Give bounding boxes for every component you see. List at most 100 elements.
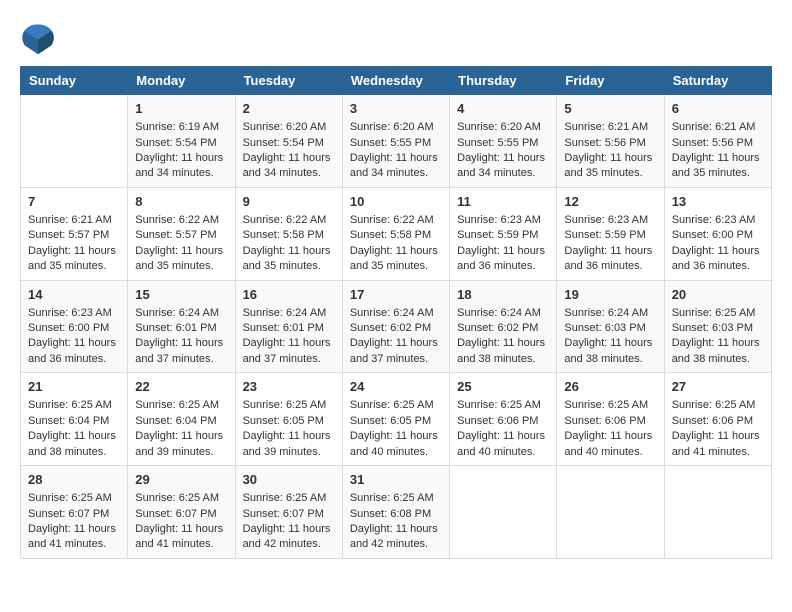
day-info: Sunset: 6:06 PM [564, 414, 656, 429]
day-info: Sunrise: 6:23 AM [564, 213, 656, 228]
calendar-cell: 29Sunrise: 6:25 AMSunset: 6:07 PMDayligh… [128, 466, 235, 559]
column-header-thursday: Thursday [450, 67, 557, 95]
column-header-friday: Friday [557, 67, 664, 95]
calendar-week-3: 14Sunrise: 6:23 AMSunset: 6:00 PMDayligh… [21, 280, 772, 373]
day-number: 27 [672, 378, 764, 396]
day-info: Sunrise: 6:25 AM [135, 398, 227, 413]
day-info: Daylight: 11 hours and 40 minutes. [350, 429, 442, 460]
calendar-week-2: 7Sunrise: 6:21 AMSunset: 5:57 PMDaylight… [21, 187, 772, 280]
logo [20, 20, 60, 56]
day-info: Sunrise: 6:25 AM [564, 398, 656, 413]
column-header-saturday: Saturday [664, 67, 771, 95]
day-info: Daylight: 11 hours and 42 minutes. [243, 522, 335, 553]
day-number: 23 [243, 378, 335, 396]
calendar-cell: 5Sunrise: 6:21 AMSunset: 5:56 PMDaylight… [557, 95, 664, 188]
day-info: Sunrise: 6:20 AM [243, 120, 335, 135]
day-number: 1 [135, 100, 227, 118]
day-info: Sunset: 5:55 PM [350, 136, 442, 151]
calendar-cell: 12Sunrise: 6:23 AMSunset: 5:59 PMDayligh… [557, 187, 664, 280]
calendar-cell: 21Sunrise: 6:25 AMSunset: 6:04 PMDayligh… [21, 373, 128, 466]
day-info: Sunset: 6:04 PM [135, 414, 227, 429]
day-info: Sunset: 6:02 PM [350, 321, 442, 336]
day-number: 28 [28, 471, 120, 489]
calendar-cell [21, 95, 128, 188]
day-info: Daylight: 11 hours and 36 minutes. [457, 244, 549, 275]
calendar-table: SundayMondayTuesdayWednesdayThursdayFrid… [20, 66, 772, 559]
calendar-cell: 27Sunrise: 6:25 AMSunset: 6:06 PMDayligh… [664, 373, 771, 466]
calendar-cell: 8Sunrise: 6:22 AMSunset: 5:57 PMDaylight… [128, 187, 235, 280]
calendar-cell: 19Sunrise: 6:24 AMSunset: 6:03 PMDayligh… [557, 280, 664, 373]
day-number: 13 [672, 193, 764, 211]
day-number: 19 [564, 286, 656, 304]
day-info: Sunrise: 6:20 AM [350, 120, 442, 135]
day-info: Sunset: 5:58 PM [243, 228, 335, 243]
calendar-cell: 2Sunrise: 6:20 AMSunset: 5:54 PMDaylight… [235, 95, 342, 188]
calendar-cell: 23Sunrise: 6:25 AMSunset: 6:05 PMDayligh… [235, 373, 342, 466]
day-info: Sunset: 6:07 PM [243, 507, 335, 522]
day-number: 15 [135, 286, 227, 304]
day-info: Sunset: 6:01 PM [243, 321, 335, 336]
day-info: Sunrise: 6:23 AM [672, 213, 764, 228]
day-info: Sunrise: 6:24 AM [350, 306, 442, 321]
day-info: Daylight: 11 hours and 35 minutes. [243, 244, 335, 275]
day-info: Sunset: 6:03 PM [672, 321, 764, 336]
day-info: Sunset: 6:00 PM [28, 321, 120, 336]
day-info: Sunset: 6:06 PM [672, 414, 764, 429]
day-info: Sunset: 5:55 PM [457, 136, 549, 151]
day-number: 7 [28, 193, 120, 211]
calendar-cell: 17Sunrise: 6:24 AMSunset: 6:02 PMDayligh… [342, 280, 449, 373]
day-info: Daylight: 11 hours and 34 minutes. [243, 151, 335, 182]
day-info: Sunrise: 6:24 AM [135, 306, 227, 321]
column-header-tuesday: Tuesday [235, 67, 342, 95]
day-info: Sunset: 6:03 PM [564, 321, 656, 336]
day-info: Sunrise: 6:23 AM [28, 306, 120, 321]
calendar-cell: 3Sunrise: 6:20 AMSunset: 5:55 PMDaylight… [342, 95, 449, 188]
calendar-cell: 4Sunrise: 6:20 AMSunset: 5:55 PMDaylight… [450, 95, 557, 188]
calendar-cell: 30Sunrise: 6:25 AMSunset: 6:07 PMDayligh… [235, 466, 342, 559]
calendar-week-1: 1Sunrise: 6:19 AMSunset: 5:54 PMDaylight… [21, 95, 772, 188]
day-info: Sunrise: 6:25 AM [28, 491, 120, 506]
day-info: Sunset: 5:56 PM [672, 136, 764, 151]
calendar-cell [557, 466, 664, 559]
day-info: Daylight: 11 hours and 40 minutes. [564, 429, 656, 460]
day-info: Sunrise: 6:23 AM [457, 213, 549, 228]
day-info: Sunrise: 6:25 AM [135, 491, 227, 506]
day-info: Sunrise: 6:25 AM [28, 398, 120, 413]
calendar-cell: 20Sunrise: 6:25 AMSunset: 6:03 PMDayligh… [664, 280, 771, 373]
day-number: 16 [243, 286, 335, 304]
day-info: Sunrise: 6:25 AM [350, 398, 442, 413]
day-info: Sunrise: 6:24 AM [457, 306, 549, 321]
calendar-cell: 22Sunrise: 6:25 AMSunset: 6:04 PMDayligh… [128, 373, 235, 466]
day-info: Daylight: 11 hours and 34 minutes. [457, 151, 549, 182]
day-info: Daylight: 11 hours and 36 minutes. [28, 336, 120, 367]
day-number: 9 [243, 193, 335, 211]
day-info: Daylight: 11 hours and 35 minutes. [28, 244, 120, 275]
calendar-cell: 10Sunrise: 6:22 AMSunset: 5:58 PMDayligh… [342, 187, 449, 280]
day-info: Sunset: 5:59 PM [564, 228, 656, 243]
day-info: Sunrise: 6:21 AM [28, 213, 120, 228]
day-number: 25 [457, 378, 549, 396]
day-info: Daylight: 11 hours and 36 minutes. [564, 244, 656, 275]
logo-icon [20, 20, 56, 56]
day-number: 29 [135, 471, 227, 489]
calendar-week-4: 21Sunrise: 6:25 AMSunset: 6:04 PMDayligh… [21, 373, 772, 466]
day-info: Daylight: 11 hours and 34 minutes. [135, 151, 227, 182]
day-number: 2 [243, 100, 335, 118]
day-number: 18 [457, 286, 549, 304]
calendar-cell: 24Sunrise: 6:25 AMSunset: 6:05 PMDayligh… [342, 373, 449, 466]
day-info: Sunrise: 6:22 AM [243, 213, 335, 228]
column-header-sunday: Sunday [21, 67, 128, 95]
day-info: Daylight: 11 hours and 35 minutes. [135, 244, 227, 275]
calendar-header: SundayMondayTuesdayWednesdayThursdayFrid… [21, 67, 772, 95]
day-info: Daylight: 11 hours and 38 minutes. [457, 336, 549, 367]
calendar-cell: 7Sunrise: 6:21 AMSunset: 5:57 PMDaylight… [21, 187, 128, 280]
day-info: Sunset: 6:00 PM [672, 228, 764, 243]
day-info: Daylight: 11 hours and 34 minutes. [350, 151, 442, 182]
calendar-cell: 14Sunrise: 6:23 AMSunset: 6:00 PMDayligh… [21, 280, 128, 373]
day-info: Daylight: 11 hours and 35 minutes. [672, 151, 764, 182]
day-info: Daylight: 11 hours and 37 minutes. [135, 336, 227, 367]
day-info: Sunset: 6:07 PM [28, 507, 120, 522]
calendar-body: 1Sunrise: 6:19 AMSunset: 5:54 PMDaylight… [21, 95, 772, 559]
day-number: 21 [28, 378, 120, 396]
calendar-cell: 13Sunrise: 6:23 AMSunset: 6:00 PMDayligh… [664, 187, 771, 280]
